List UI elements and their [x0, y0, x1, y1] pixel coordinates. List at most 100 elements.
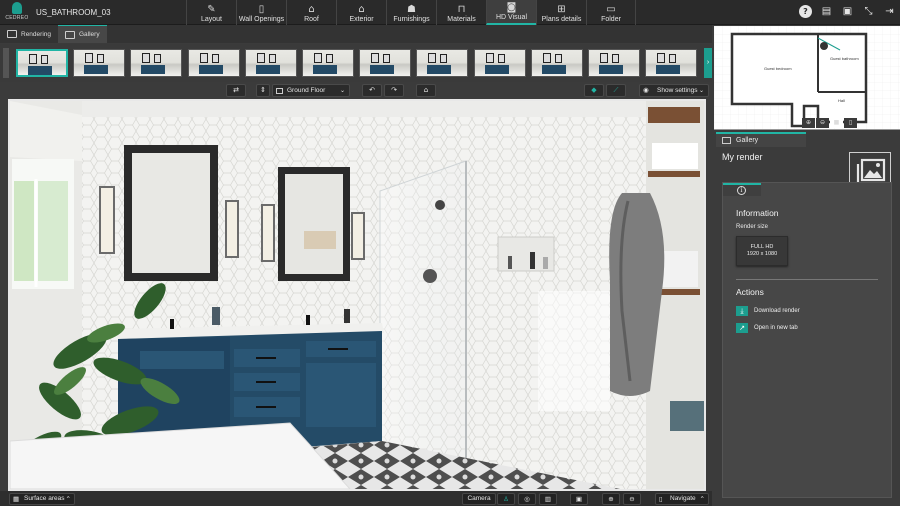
- thumb-detail: [141, 65, 166, 74]
- thumb-detail: [599, 65, 623, 74]
- thumb-detail: [371, 53, 380, 63]
- thumb-detail: [542, 53, 551, 63]
- logo-text: CEDREO: [5, 15, 29, 21]
- tab-label: Wall Openings: [238, 16, 285, 23]
- perspective-icon[interactable]: ⟋: [606, 84, 626, 97]
- tab-folder[interactable]: ▭ Folder: [586, 0, 636, 25]
- bottom-bar: ▦ Surface areas ⌃ Camera ♙ ◎ ▥ ▣ ⊕ ⊖ ▯ N…: [0, 491, 712, 506]
- navigate-button[interactable]: ▯ Navigate ⌃: [655, 493, 709, 505]
- render-settings-icon[interactable]: ⌂: [416, 84, 436, 97]
- tab-label: Exterior: [349, 16, 374, 23]
- thumb-detail: [29, 54, 37, 64]
- zoom-in-icon[interactable]: ⊕: [802, 118, 815, 128]
- logout-icon[interactable]: ⇥: [883, 5, 896, 18]
- help-icon[interactable]: ?: [799, 5, 812, 18]
- show-settings-button[interactable]: ◉ Show settings ⌄: [639, 84, 709, 97]
- tab-roof[interactable]: ⌂ Roof: [286, 0, 336, 25]
- gallery-thumbnail[interactable]: [645, 49, 698, 77]
- navigate-label: Navigate: [670, 495, 696, 502]
- thumb-detail: [28, 66, 52, 75]
- chevron-up-icon: ⌃: [65, 495, 71, 503]
- tab-layout[interactable]: ✎ Layout: [186, 0, 236, 25]
- surface-areas-button[interactable]: ▦ Surface areas ⌃: [9, 493, 75, 505]
- redo-button[interactable]: ↷: [384, 84, 404, 97]
- top-icons: ? ▤ ▣ ⤡ ⇥: [799, 5, 896, 18]
- thumb-detail: [255, 65, 280, 74]
- tab-label: HD Visual: [496, 14, 527, 21]
- tab-wall-openings[interactable]: ▯ Wall Openings: [236, 0, 286, 25]
- panel-tab-label: Gallery: [736, 137, 759, 144]
- thumb-detail: [554, 54, 562, 63]
- gallery-thumbnail[interactable]: [130, 49, 183, 77]
- gallery-thumbnail[interactable]: [359, 49, 412, 77]
- scroll-right-arrow-icon[interactable]: ›: [704, 48, 712, 78]
- camera-list-icon[interactable]: ▥: [539, 493, 557, 505]
- tab-plans-details[interactable]: ⊞ Plans details: [536, 0, 586, 25]
- screenshot-icon[interactable]: ▣: [570, 493, 588, 505]
- fit-view-icon[interactable]: ■: [830, 118, 843, 128]
- floor-select[interactable]: Ground Floor ⌄: [272, 84, 350, 97]
- floor-stepper-icon[interactable]: ⇕: [256, 84, 270, 97]
- thumb-detail: [370, 65, 395, 74]
- minimap-tools: ⊕ ⊖ ■ ▯: [802, 118, 857, 128]
- thumb-detail: [199, 53, 208, 63]
- gallery-thumbnail[interactable]: [187, 49, 240, 77]
- actions-heading: Actions: [736, 287, 764, 297]
- comment-icon[interactable]: ▤: [820, 5, 833, 18]
- gallery-thumbnail[interactable]: [530, 49, 583, 77]
- gallery-thumbnail[interactable]: [473, 49, 526, 77]
- view-subtabs: Rendering Gallery: [0, 25, 712, 43]
- gallery-thumbnail[interactable]: [416, 49, 469, 77]
- thumb-detail: [154, 54, 162, 63]
- gallery-thumbnail[interactable]: [16, 49, 68, 77]
- delete-icon[interactable]: ▯: [844, 118, 857, 128]
- thumb-detail: [198, 65, 223, 74]
- thumb-detail: [268, 54, 276, 63]
- tab-furnishings[interactable]: ☗ Furnishings: [386, 0, 436, 25]
- open-new-tab-button[interactable]: ↗ Open in new tab: [736, 323, 798, 333]
- project-name: US_BATHROOM_03: [36, 8, 111, 17]
- tab-exterior[interactable]: ⌂ Exterior: [336, 0, 386, 25]
- chevron-down-icon: ⌄: [698, 87, 704, 94]
- save-icon[interactable]: ▣: [841, 5, 854, 18]
- render-size-label: Render size: [736, 224, 769, 230]
- top-bar: CEDREO US_BATHROOM_03 ✎ Layout ▯ Wall Op…: [0, 0, 900, 25]
- render-size-badge[interactable]: FULL HD 1920 x 1080: [736, 236, 788, 266]
- camera-button[interactable]: Camera: [462, 493, 496, 505]
- cedreo-logo[interactable]: CEDREO: [4, 2, 30, 24]
- undo-button[interactable]: ↶: [362, 84, 382, 97]
- floor-plan-minimap[interactable]: Guest bedroom Guest bathroom Hall: [714, 26, 900, 130]
- thumb-detail: [41, 55, 48, 64]
- download-render-button[interactable]: ⤓ Download render: [736, 306, 800, 316]
- info-tab[interactable]: i: [723, 183, 761, 196]
- download-icon: ⤓: [736, 306, 748, 316]
- surface-areas-label: Surface areas: [24, 495, 65, 502]
- thumb-detail: [440, 54, 448, 63]
- gallery-thumbnail[interactable]: [73, 49, 126, 77]
- fullscreen-icon[interactable]: ⤡: [862, 5, 875, 18]
- pencil-icon: ✎: [207, 4, 216, 15]
- gallery-thumbnail[interactable]: [588, 49, 640, 77]
- swap-view-button[interactable]: ⇄: [226, 84, 246, 97]
- zoom-in-icon[interactable]: ⊕: [602, 493, 620, 505]
- 3d-view-icon[interactable]: ◆: [584, 84, 604, 97]
- thumb-detail: [497, 54, 505, 63]
- tab-materials[interactable]: ⊓ Materials: [436, 0, 486, 25]
- subtab-gallery[interactable]: Gallery: [58, 25, 107, 43]
- subtab-rendering[interactable]: Rendering: [0, 25, 58, 43]
- render-image[interactable]: [8, 99, 706, 491]
- panel-tab-gallery[interactable]: Gallery: [716, 132, 806, 147]
- rendering-icon: [7, 30, 17, 38]
- tab-label: Roof: [304, 16, 319, 23]
- scroll-left-arrow[interactable]: [3, 48, 9, 78]
- gallery-thumbnail[interactable]: [244, 49, 297, 77]
- zoom-out-icon[interactable]: ⊖: [816, 118, 829, 128]
- orbit-icon[interactable]: ◎: [518, 493, 536, 505]
- tab-hd-visual[interactable]: ◙ HD Visual: [486, 0, 536, 25]
- tab-label: Furnishings: [393, 16, 430, 23]
- zoom-out-icon[interactable]: ⊖: [623, 493, 641, 505]
- person-view-icon[interactable]: ♙: [497, 493, 515, 505]
- action-label: Download render: [754, 308, 800, 314]
- gallery-thumbnail[interactable]: [302, 49, 354, 77]
- floor-icon: [276, 88, 283, 94]
